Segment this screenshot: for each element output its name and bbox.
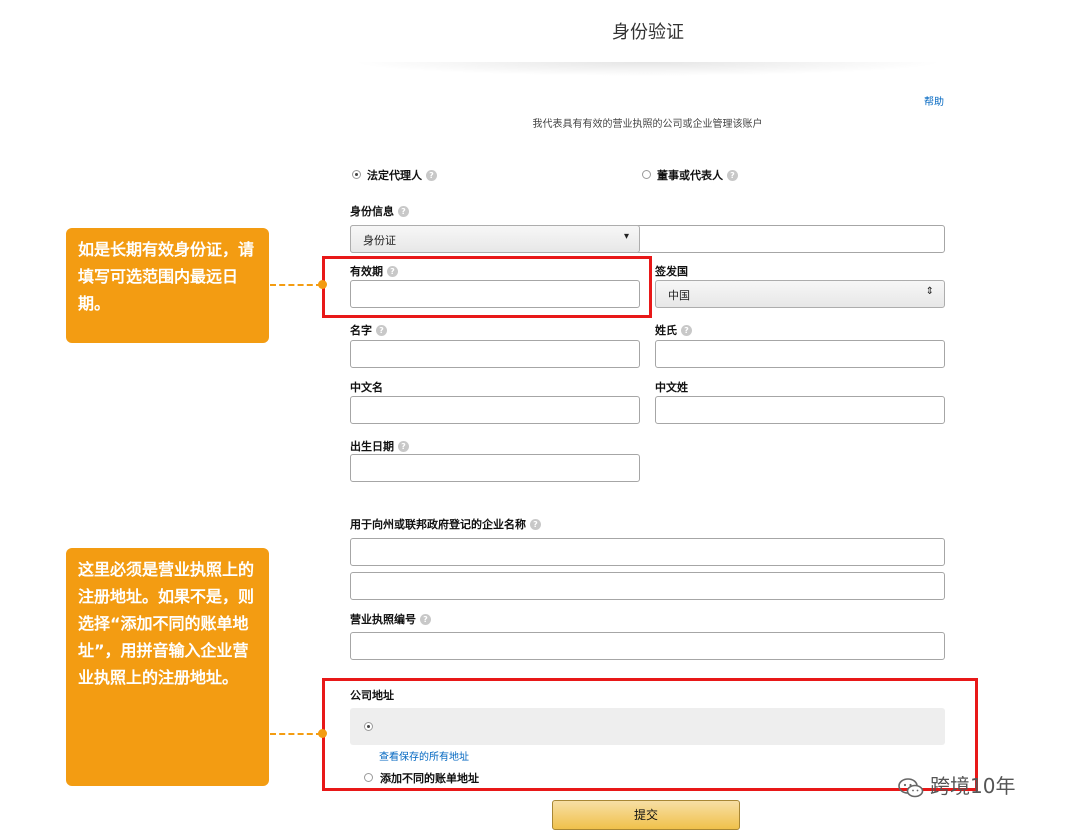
highlight-expiry: [322, 256, 652, 318]
watermark: 跨境10年: [898, 770, 1015, 799]
connector-line: [270, 733, 322, 735]
first-name-label-wrap: 名字?: [350, 322, 387, 338]
cn-last-name-input[interactable]: [655, 396, 945, 424]
birth-date-label: 出生日期: [350, 440, 394, 453]
business-name-label-wrap: 用于向州或联邦政府登记的企业名称?: [350, 516, 541, 532]
connector-line: [270, 284, 322, 286]
question-circle-icon[interactable]: ?: [727, 170, 738, 181]
business-name-input-2[interactable]: [350, 572, 945, 600]
watermark-text: 跨境10年: [930, 774, 1016, 798]
birth-date-label-wrap: 出生日期?: [350, 438, 409, 454]
submit-button[interactable]: 提交: [552, 800, 740, 830]
question-circle-icon[interactable]: ?: [530, 519, 541, 530]
role-director-label: 董事或代表人: [657, 169, 723, 182]
wechat-icon: [898, 777, 924, 797]
id-type-value: 身份证: [363, 234, 396, 247]
chevron-down-icon: ▾: [623, 231, 629, 242]
first-name-input[interactable]: [350, 340, 640, 368]
business-name-label: 用于向州或联邦政府登记的企业名称: [350, 518, 526, 531]
license-number-label: 营业执照编号: [350, 613, 416, 626]
license-number-input[interactable]: [350, 632, 945, 660]
connector-dot: [318, 729, 327, 738]
annotation-expiry-note: 如是长期有效身份证，请填写可选范围内最远日期。: [66, 228, 269, 343]
last-name-label: 姓氏: [655, 324, 677, 337]
highlight-address: [322, 678, 978, 791]
help-link[interactable]: 帮助: [924, 93, 944, 108]
annotation-address-note: 这里必须是营业执照上的注册地址。如果不是，则选择“添加不同的账单地址”，用拼音输…: [66, 548, 269, 786]
role-legal-label: 法定代理人: [367, 169, 422, 182]
question-circle-icon[interactable]: ?: [398, 206, 409, 217]
last-name-label-wrap: 姓氏?: [655, 322, 692, 338]
role-legal-label-wrap: 法定代理人?: [367, 167, 437, 183]
role-director-label-wrap: 董事或代表人?: [657, 167, 738, 183]
question-circle-icon[interactable]: ?: [376, 325, 387, 336]
question-circle-icon[interactable]: ?: [398, 441, 409, 452]
issuing-country-select[interactable]: 中国 ⇕: [655, 280, 945, 308]
identity-label: 身份信息: [350, 205, 394, 218]
license-number-label-wrap: 营业执照编号?: [350, 611, 431, 627]
business-name-input[interactable]: [350, 538, 945, 566]
chevron-updown-icon: ⇕: [925, 286, 934, 297]
issuing-country-value: 中国: [668, 289, 690, 302]
issuing-country-label: 签发国: [655, 265, 688, 278]
title-divider: [350, 62, 945, 76]
cn-last-name-label: 中文姓: [655, 381, 688, 394]
page-subtitle: 我代表具有有效的营业执照的公司或企业管理该账户: [532, 119, 763, 130]
identity-label-wrap: 身份信息?: [350, 203, 409, 219]
question-circle-icon[interactable]: ?: [426, 170, 437, 181]
question-circle-icon[interactable]: ?: [681, 325, 692, 336]
question-circle-icon[interactable]: ?: [420, 614, 431, 625]
first-name-label: 名字: [350, 324, 372, 337]
birth-date-input[interactable]: [350, 454, 640, 482]
radio-legal-representative[interactable]: [352, 170, 361, 179]
cn-first-name-input[interactable]: [350, 396, 640, 424]
last-name-input[interactable]: [655, 340, 945, 368]
id-type-select[interactable]: 身份证 ▾: [350, 225, 640, 253]
connector-dot: [318, 280, 327, 289]
page-title: 身份验证: [612, 22, 684, 43]
radio-director[interactable]: [642, 170, 651, 179]
cn-first-name-label: 中文名: [350, 381, 383, 394]
